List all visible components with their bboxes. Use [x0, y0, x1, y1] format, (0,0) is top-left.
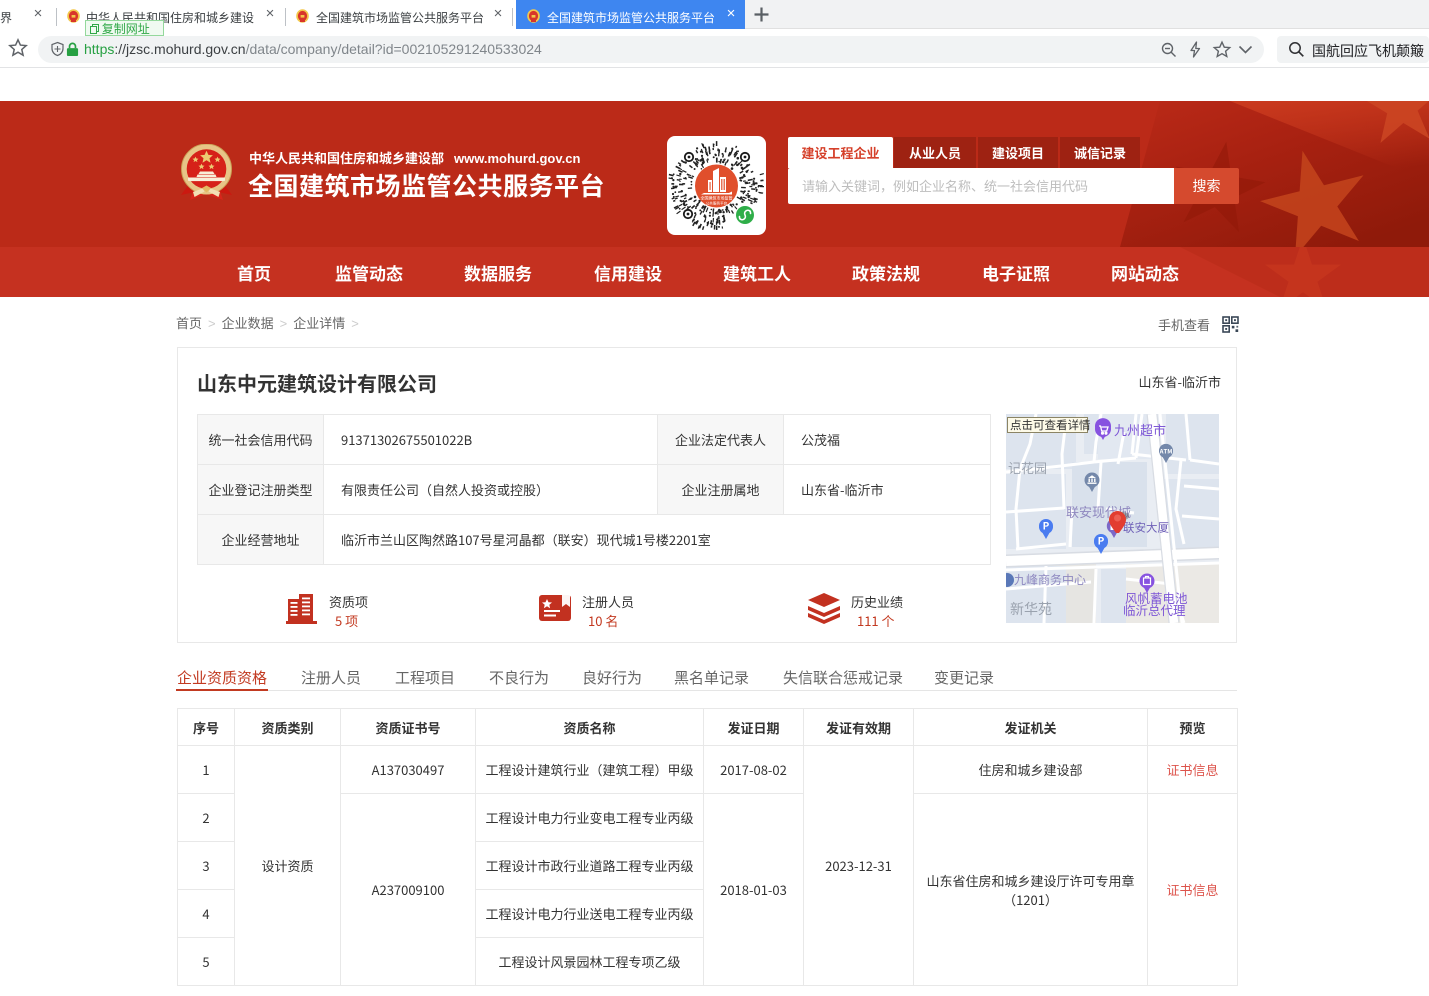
svg-text:九峰商务中心: 九峰商务中心 — [1014, 571, 1086, 588]
svg-text:临沂总代理: 临沂总代理 — [1123, 600, 1186, 619]
svg-text:P: P — [1098, 533, 1105, 548]
svg-text:联安大厦: 联安大厦 — [1123, 520, 1169, 536]
svg-text:九州超市: 九州超市 — [1114, 420, 1166, 439]
svg-text:P: P — [1043, 518, 1050, 533]
svg-text:记花园: 记花园 — [1008, 458, 1047, 477]
svg-text:新华苑: 新华苑 — [1010, 599, 1052, 619]
svg-text:公共服务平台: 公共服务平台 — [706, 201, 728, 207]
svg-text:点击可查看详情: 点击可查看详情 — [1010, 417, 1091, 433]
svg-text:全国建筑市场监管: 全国建筑市场监管 — [701, 195, 733, 202]
svg-text:ATM: ATM — [1159, 447, 1173, 456]
